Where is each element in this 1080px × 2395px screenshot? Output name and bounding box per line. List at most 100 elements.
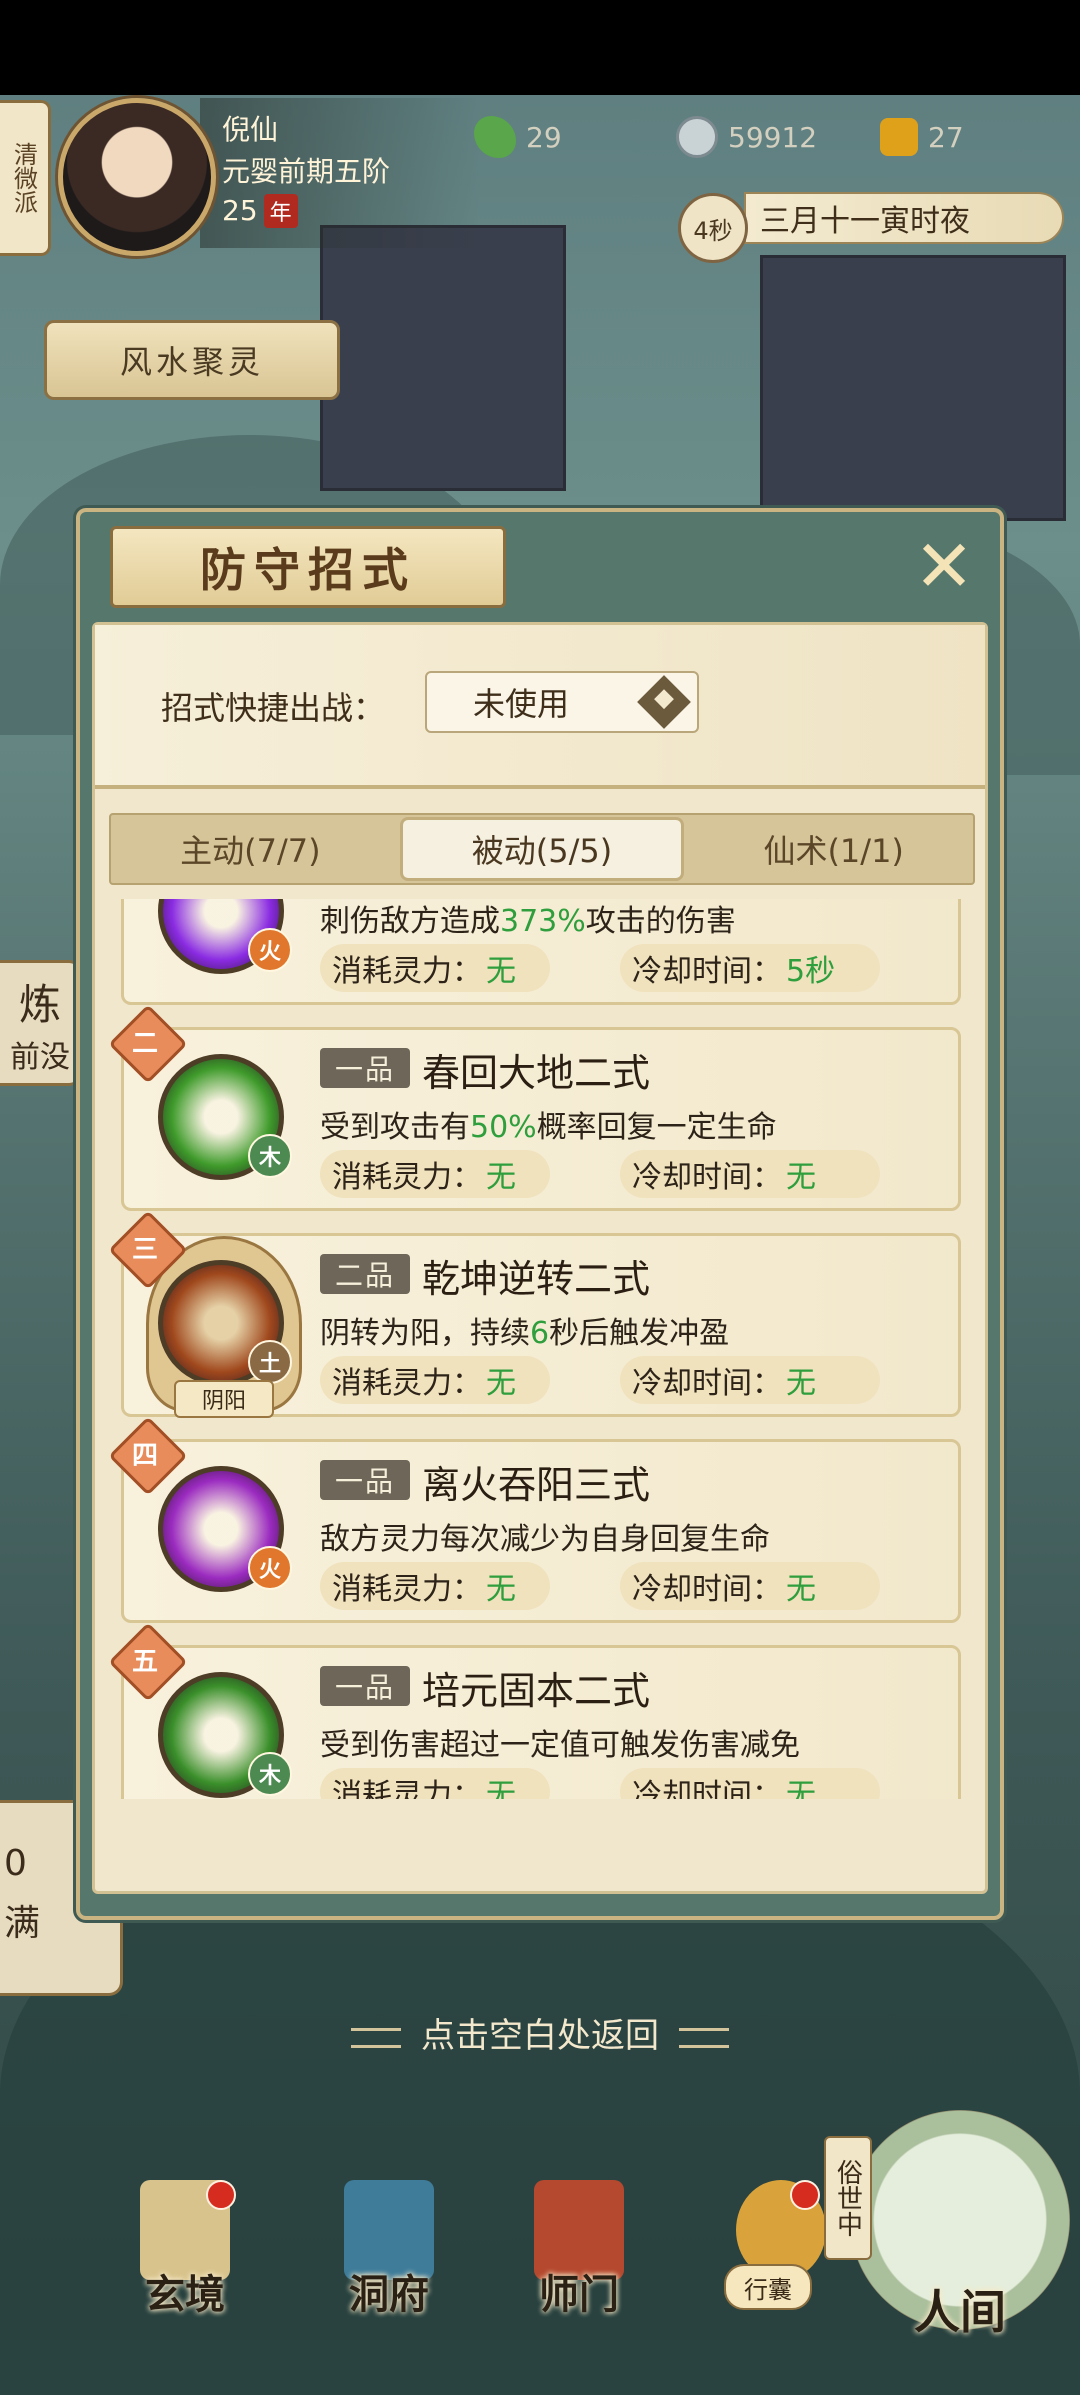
cooldown-label: 冷却时间： [632, 1160, 782, 1195]
skill-card[interactable]: 一火二品太阴无悔三式刺伤敌方造成373%攻击的伤害消耗灵力：无冷却时间：5秒 [121, 899, 961, 1005]
cooldown-value: 无 [786, 1160, 816, 1195]
rank-number: 五 [131, 1646, 158, 1677]
cross-count: 27 [928, 120, 964, 154]
rank-number: 四 [131, 1440, 158, 1471]
age-value: 25 [222, 194, 258, 227]
skill-card[interactable]: 四火 一品 离火吞阳三式敌方灵力每次减少为自身回复生命消耗灵力：无 冷却时间： 无 [109, 1416, 961, 1623]
age-unit-badge: 年 [263, 194, 298, 228]
cost-value: 无 [486, 1572, 516, 1607]
nav-label-xuanjing: 玄境 [145, 2271, 225, 2318]
desc-pre: 敌方灵力每次减少为自身回复生命 [320, 1522, 770, 1557]
skill-card[interactable]: 三土阴阳 二品 乾坤逆转二式 阴转为阳，持续6秒后触发冲盈 消耗灵力：无冷却时间：无 [109, 1210, 961, 1418]
notification-dot [206, 2180, 236, 2210]
tab-passive-skills[interactable]: 被动(5/5) [399, 817, 685, 881]
desc-pre: 受到攻击有 [320, 1110, 470, 1145]
skill-tabs: 主动(7/7) 被动(5/5) 仙术(1/1) [109, 813, 975, 885]
cooldown-value: 5秒 [786, 954, 836, 989]
skill-desc: 受到伤害超过一定值可触发伤害减免 [320, 1720, 800, 1764]
rank-number: 二 [131, 1028, 158, 1059]
quick-battle-value: 未使用 [473, 685, 570, 723]
dialog-title: 防守招式 [200, 543, 416, 597]
skill-desc: 敌方灵力每次减少为自身回复生命 [320, 1514, 770, 1558]
grade-badge: 一品 [320, 1666, 410, 1706]
player-realm: 元婴前期五阶 [222, 155, 391, 188]
skill-desc: 刺伤敌方造成373%攻击的伤害 [320, 899, 736, 940]
swirl-left-icon [351, 2027, 401, 2048]
coin-resource[interactable]: 59912 [676, 112, 817, 162]
notification-dot [790, 2180, 820, 2210]
cost-value: 无 [486, 954, 516, 989]
nav-label-dongfu: 洞府 [349, 2271, 429, 2318]
nav-xuanjing[interactable]: 玄境 [110, 2180, 260, 2330]
element-badge: 木 [248, 1752, 292, 1796]
world-label: 人间 [914, 2285, 1006, 2339]
cost-pill: 消耗灵力：无 [320, 1150, 550, 1198]
close-icon[interactable]: ✕ [910, 530, 978, 602]
cost-value: 无 [486, 1778, 516, 1799]
player-name: 倪仙 [222, 113, 279, 146]
cost-label: 消耗灵力： [332, 954, 482, 989]
skill-card[interactable]: 五木一品 培元固本二式 受到伤害超过一定值可触发伤害减免 消耗灵力：无冷却时间：无 [109, 1622, 961, 1799]
world-status-tag: 俗世中 [824, 2136, 872, 2260]
cost-value: 无 [486, 1366, 516, 1401]
skill-name: 离火吞阳三式 [422, 1463, 651, 1507]
nav-dongfu[interactable]: 洞府 [314, 2180, 464, 2330]
element-badge: 火 [248, 1546, 292, 1590]
element-badge: 火 [248, 928, 292, 972]
side-sub: 前没 [10, 1039, 70, 1075]
coin-count: 59912 [728, 120, 818, 154]
cooldown-label: 冷却时间： [632, 1778, 782, 1799]
cost-pill: 消耗灵力：无 [320, 944, 550, 992]
cooldown-label: 冷却时间： [632, 1366, 782, 1401]
skill-desc: 阴转为阳，持续6秒后触发冲盈 [320, 1308, 729, 1352]
cooldown-pill: 冷却时间： 5秒 [620, 944, 880, 992]
cost-pill: 消耗灵力：无 [320, 1356, 550, 1404]
cost-value: 无 [486, 1160, 516, 1195]
element-badge: 木 [248, 1134, 292, 1178]
cost-pill: 消耗灵力：无 [320, 1562, 550, 1610]
avatar[interactable] [58, 98, 216, 256]
cross-resource[interactable]: 27 [880, 112, 964, 162]
skill-card[interactable]: 二木一品 春回大地二式 受到攻击有50%概率回复一定生命 消耗灵力：无冷却时间：无 [109, 1004, 961, 1211]
swirl-right-icon [679, 2027, 729, 2048]
player-age: 25 年 [222, 194, 298, 228]
quick-battle-select[interactable]: 未使用 [425, 671, 699, 733]
jade-count: 29 [526, 120, 562, 154]
cooldown-pill: 冷却时间：无 [620, 1356, 880, 1404]
cooldown-label: 冷却时间： [632, 1572, 782, 1607]
skill-list-inner: 一火二品太阴无悔三式刺伤敌方造成373%攻击的伤害消耗灵力：无冷却时间：5秒 二… [109, 899, 975, 1799]
skill-name: 春回大地二式 [422, 1051, 651, 1095]
return-hint[interactable]: 点击空白处返回 [0, 2008, 1080, 2057]
cooldown-pill: 冷却时间：无 [620, 1150, 880, 1198]
dropdown-diamond-icon [637, 675, 691, 729]
dialog-title-plate: 防守招式 [110, 526, 506, 608]
desc-pre: 阴转为阳，持续 [320, 1316, 530, 1351]
jade-resource[interactable]: 29 [474, 112, 562, 162]
rank-number: 三 [131, 1234, 158, 1265]
grade-badge: 一品 [320, 1460, 410, 1500]
cooldown-value: 无 [786, 1778, 816, 1799]
nav-shimen[interactable]: 师门 [504, 2180, 654, 2330]
quick-battle-bar: 招式快捷出战： 未使用 [95, 625, 985, 789]
desc-post: 秒后触发冲盈 [549, 1316, 730, 1351]
tab-active-skills[interactable]: 主动(7/7) [111, 815, 390, 883]
desc-highlight: 373% [500, 904, 586, 939]
palace-building [760, 255, 1066, 521]
sect-tag[interactable]: 清微派 [0, 100, 51, 256]
status-bar [0, 0, 1080, 95]
cooldown-value: 无 [786, 1366, 816, 1401]
defense-skills-dialog: 防守招式 ✕ 招式快捷出战： 未使用 主动(7/7) 被动(5/5) 仙术(1/… [76, 508, 1004, 1920]
skill-name: 乾坤逆转二式 [422, 1257, 651, 1301]
side-panel-left[interactable]: 炼 前没 [0, 960, 83, 1086]
pavilion-building [320, 225, 566, 491]
side-char: 炼 [18, 979, 61, 1029]
bag-label: 行囊 [724, 2264, 812, 2310]
cost-label: 消耗灵力： [332, 1572, 482, 1607]
grade-badge: 二品 [320, 1254, 410, 1294]
cooldown-label: 冷却时间： [632, 954, 782, 989]
skill-list[interactable]: 一火二品太阴无悔三式刺伤敌方造成373%攻击的伤害消耗灵力：无冷却时间：5秒 二… [109, 899, 975, 1799]
tab-immortal-arts[interactable]: 仙术(1/1) [694, 815, 973, 883]
fengshui-button[interactable]: 风水聚灵 [44, 320, 340, 400]
desc-highlight: 50% [470, 1110, 537, 1145]
return-hint-text: 点击空白处返回 [421, 2016, 659, 2056]
